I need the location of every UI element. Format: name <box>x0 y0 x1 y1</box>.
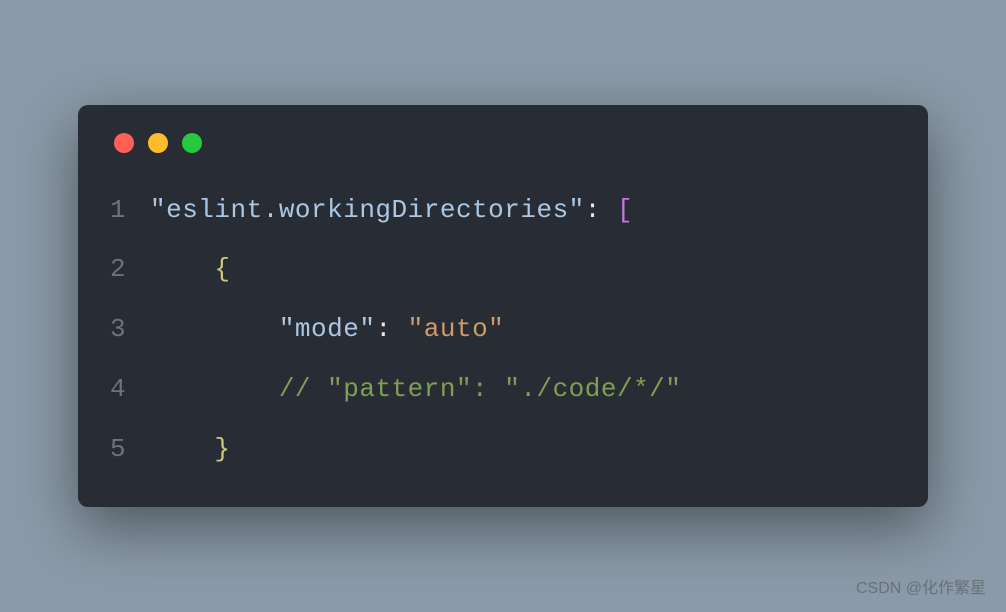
code-indent <box>150 314 279 344</box>
code-line: 3 "mode": "auto" <box>110 300 896 360</box>
code-indent <box>150 434 214 464</box>
code-line: 4 // "pattern": "./code/*/" <box>110 360 896 420</box>
code-token-key: "mode" <box>279 314 376 344</box>
code-token-brace: { <box>214 254 230 284</box>
code-indent <box>150 254 214 284</box>
code-line: 2 { <box>110 240 896 300</box>
code-area[interactable]: 1 "eslint.workingDirectories": [ 2 { 3 "… <box>110 181 896 480</box>
code-indent <box>150 374 279 404</box>
line-number: 5 <box>110 420 150 480</box>
code-token-punct: : <box>585 195 617 225</box>
code-content: { <box>150 240 896 300</box>
code-content: "eslint.workingDirectories": [ <box>150 181 896 241</box>
code-content: } <box>150 420 896 480</box>
line-number: 1 <box>110 181 150 241</box>
code-editor-window: 1 "eslint.workingDirectories": [ 2 { 3 "… <box>78 105 928 508</box>
code-token-key: "eslint.workingDirectories" <box>150 195 585 225</box>
minimize-icon[interactable] <box>148 133 168 153</box>
code-token-string: "auto" <box>408 314 505 344</box>
code-content: "mode": "auto" <box>150 300 896 360</box>
line-number: 4 <box>110 360 150 420</box>
code-token-punct: : <box>375 314 407 344</box>
code-token-brace: } <box>214 434 230 464</box>
window-traffic-lights <box>110 133 896 153</box>
maximize-icon[interactable] <box>182 133 202 153</box>
line-number: 2 <box>110 240 150 300</box>
code-content: // "pattern": "./code/*/" <box>150 360 896 420</box>
line-number: 3 <box>110 300 150 360</box>
watermark-text: CSDN @化作繁星 <box>856 574 986 598</box>
code-line: 1 "eslint.workingDirectories": [ <box>110 181 896 241</box>
code-line: 5 } <box>110 420 896 480</box>
code-token-bracket: [ <box>617 195 633 225</box>
code-token-comment: // "pattern": "./code/*/" <box>279 374 682 404</box>
close-icon[interactable] <box>114 133 134 153</box>
